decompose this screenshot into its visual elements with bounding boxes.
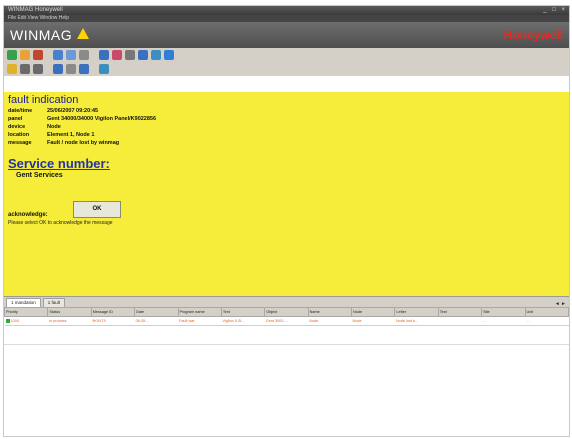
column-header[interactable]: Letter bbox=[394, 307, 439, 317]
window-titlebar: WINMAG Honeywell _ □ × bbox=[4, 6, 569, 15]
field-value: Gent 34000/34000 Vigilon Panel/K9022856 bbox=[47, 116, 157, 122]
column-header[interactable]: Node bbox=[350, 307, 396, 317]
table-row[interactable]: 1000 In process 9K9X79 06.05... Fault war Vig… bbox=[4, 316, 569, 326]
table-cell bbox=[438, 316, 482, 326]
window-blue-icon[interactable] bbox=[138, 50, 148, 60]
table-body: 1000 In process 9K9X79 06.05... Fault war Vig… bbox=[4, 316, 569, 326]
table-cell: … bbox=[481, 316, 525, 326]
brand-logo: Honeywell bbox=[503, 28, 563, 42]
menu-bar[interactable]: File Edit View Window Help bbox=[4, 15, 569, 22]
column-header[interactable]: Program name bbox=[177, 307, 222, 317]
edit-icon[interactable] bbox=[53, 64, 63, 74]
column-header[interactable]: Status bbox=[47, 307, 92, 317]
column-header[interactable]: Unit bbox=[524, 307, 569, 317]
folder-icon[interactable] bbox=[20, 50, 30, 60]
table-header-row: Priority Status Message ID Date Program name… bbox=[4, 307, 569, 317]
tab-scroll-control[interactable]: ◄ ► bbox=[555, 301, 566, 307]
message-table: Priority Status Message ID Date Program name… bbox=[4, 307, 569, 326]
tab-fault[interactable]: 1 fault bbox=[42, 298, 66, 307]
warning-icon[interactable] bbox=[7, 64, 17, 74]
field-message: message Fault / node lost by winmag bbox=[8, 140, 119, 146]
field-value: Node bbox=[47, 124, 61, 130]
field-panel: panel Gent 34000/34000 Vigilon Panel/K902… bbox=[8, 116, 156, 122]
acknowledge-hint: Please select OK to acknowledge the mess… bbox=[8, 220, 113, 226]
table-cell: Node bbox=[308, 316, 352, 326]
table-cell: 1000 bbox=[4, 316, 48, 326]
monitor-icon[interactable] bbox=[99, 64, 109, 74]
field-label: message bbox=[8, 140, 32, 146]
service-name: Gent Services bbox=[16, 172, 63, 179]
service-number-heading: Service number: bbox=[8, 156, 110, 171]
app-banner: WINMAG Honeywell bbox=[4, 22, 569, 48]
info-icon[interactable] bbox=[164, 50, 174, 60]
help-icon[interactable] bbox=[53, 50, 63, 60]
column-header[interactable]: Object bbox=[264, 307, 309, 317]
window-title: WINMAG Honeywell bbox=[8, 7, 63, 13]
acknowledge-label: acknowledge: bbox=[8, 212, 48, 218]
table-cell: Node lost b... bbox=[394, 316, 439, 326]
column-header[interactable]: Priority bbox=[4, 307, 49, 317]
window-icon[interactable] bbox=[79, 64, 89, 74]
field-label: date/time bbox=[8, 108, 33, 114]
window-green-icon[interactable] bbox=[151, 50, 161, 60]
field-datetime: date/time 25/06/2007 09:20:45 bbox=[8, 108, 98, 114]
field-value: Fault / node lost by winmag bbox=[47, 140, 120, 146]
column-header[interactable]: Message ID bbox=[90, 307, 136, 317]
window-controls[interactable]: _ □ × bbox=[543, 6, 567, 15]
palette-icon[interactable] bbox=[112, 50, 122, 60]
document-icon[interactable] bbox=[66, 64, 76, 74]
gear-icon[interactable] bbox=[33, 64, 43, 74]
field-location: location Element 1, Node 1 bbox=[8, 132, 94, 138]
message-list-panel: 1 mandation 1 fault ◄ ► Priority Status Me… bbox=[4, 296, 569, 336]
column-header[interactable]: Site bbox=[481, 307, 526, 317]
alarm-icon[interactable] bbox=[33, 50, 43, 60]
message-tabs: 1 mandation 1 fault ◄ ► bbox=[4, 296, 569, 307]
column-header[interactable]: Name bbox=[307, 307, 353, 317]
field-value: Element 1, Node 1 bbox=[47, 132, 95, 138]
column-header[interactable]: Text bbox=[220, 307, 266, 317]
fault-title: fault indication bbox=[8, 94, 79, 106]
toolbar-row-1 bbox=[4, 48, 569, 62]
ok-button[interactable]: OK bbox=[73, 201, 121, 218]
field-label: device bbox=[8, 124, 26, 130]
divider bbox=[4, 344, 569, 345]
fault-indication-panel: fault indication date/time 25/06/2007 09:… bbox=[4, 92, 569, 296]
status-icon bbox=[5, 319, 10, 323]
display-icon[interactable] bbox=[66, 50, 76, 60]
table-cell: Fault war bbox=[178, 316, 222, 326]
table-cell: 06.05... bbox=[134, 316, 178, 326]
app-title: WINMAG bbox=[10, 27, 73, 43]
winmag-window: WINMAG Honeywell _ □ × File Edit View Wi… bbox=[3, 5, 570, 437]
table-cell: 9K9X79 bbox=[91, 316, 135, 326]
table-cell: Node bbox=[351, 316, 395, 326]
field-label: location bbox=[8, 132, 30, 138]
table-cell: … bbox=[525, 316, 569, 326]
table-cell: Vigilon X-B... bbox=[221, 316, 265, 326]
grid-icon[interactable] bbox=[79, 50, 89, 60]
tab-mandation[interactable]: 1 mandation bbox=[6, 298, 41, 307]
toolbar-row-2 bbox=[4, 62, 569, 76]
window-icon[interactable] bbox=[99, 50, 109, 60]
target-icon[interactable] bbox=[125, 50, 135, 60]
warning-triangle-icon[interactable] bbox=[77, 28, 89, 39]
field-label: panel bbox=[8, 116, 23, 122]
table-cell: Gent 3000 ... bbox=[264, 316, 309, 326]
field-device: device Node bbox=[8, 124, 61, 130]
field-value: 25/06/2007 09:20:45 bbox=[47, 108, 99, 114]
column-header[interactable]: Date bbox=[134, 307, 179, 317]
clock-icon[interactable] bbox=[20, 64, 30, 74]
exit-icon[interactable] bbox=[7, 50, 17, 60]
column-header[interactable]: Text bbox=[437, 307, 483, 317]
table-cell: In process bbox=[47, 316, 92, 326]
